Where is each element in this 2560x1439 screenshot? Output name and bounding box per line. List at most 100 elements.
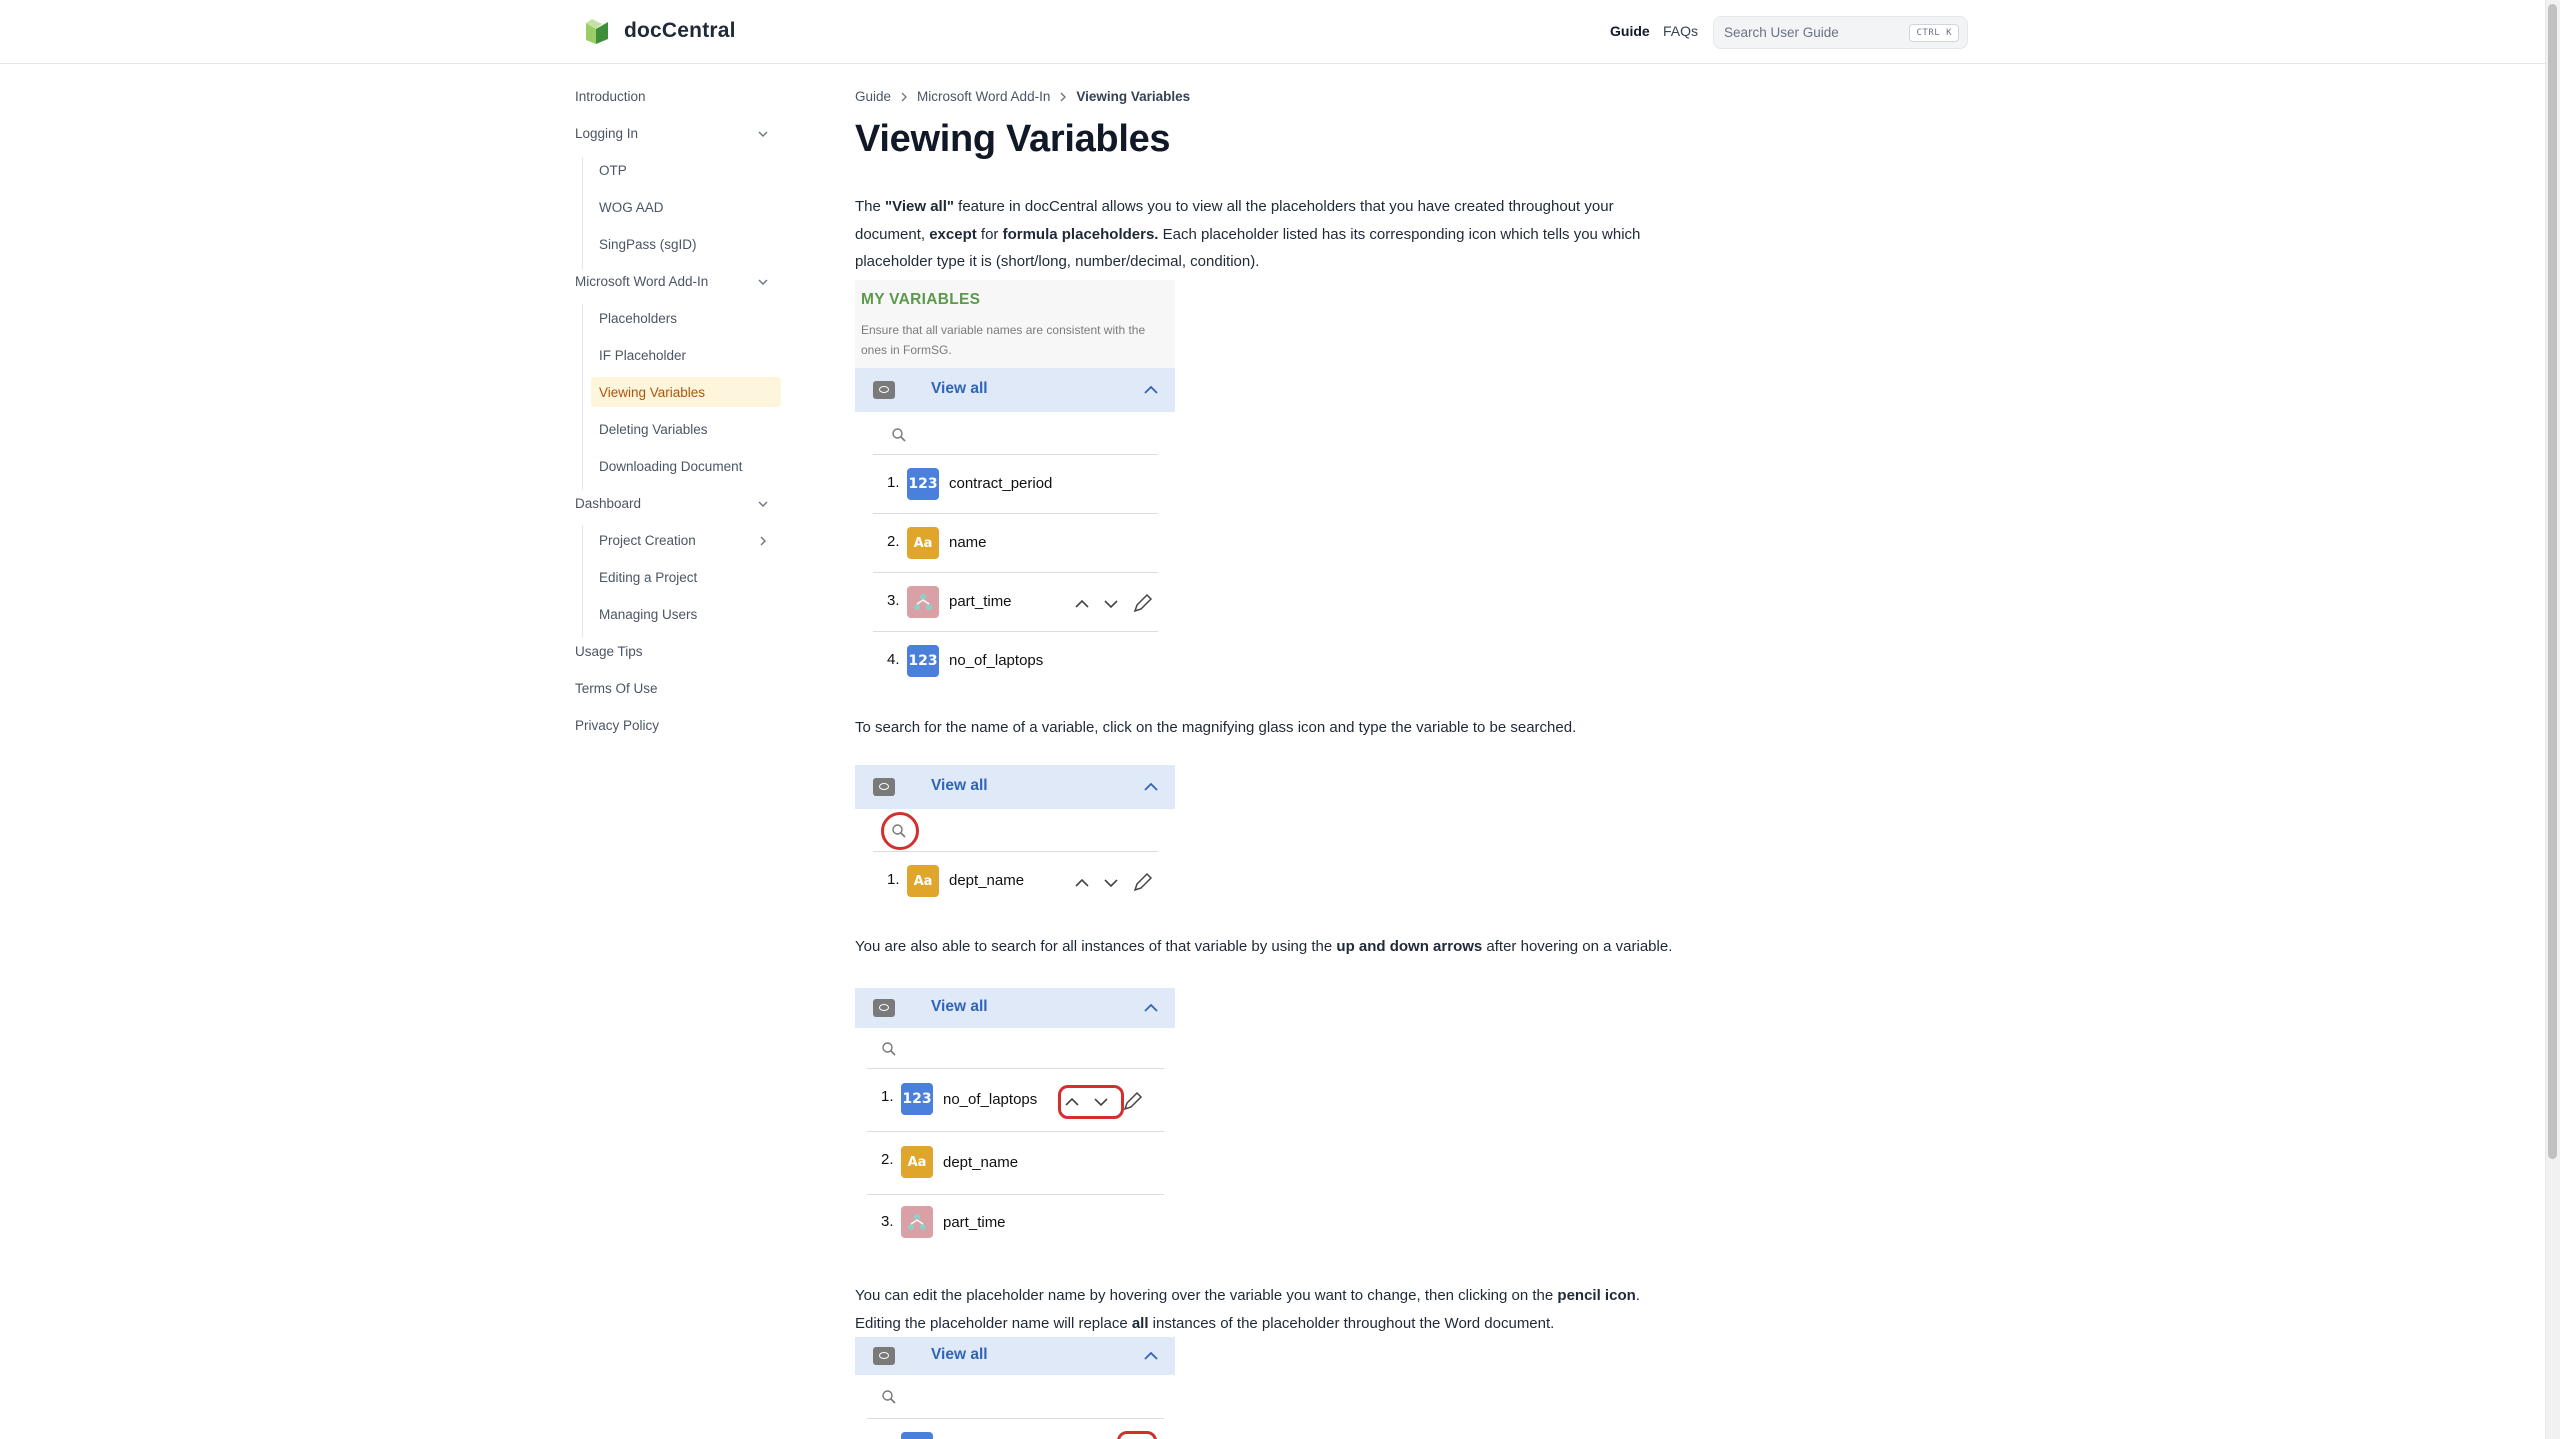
highlight-circle — [881, 812, 919, 850]
sidebar-rail-dashboard — [582, 525, 583, 637]
list-item: 1. 123 contract_period — [873, 456, 1158, 514]
variable-index: 2. — [881, 1151, 894, 1168]
variable-search-row — [873, 415, 1158, 455]
nav-link-guide[interactable]: Guide — [1610, 23, 1650, 39]
variable-index: 3. — [881, 1213, 894, 1230]
view-all-bar: View all — [855, 765, 1175, 809]
sidebar-item-privacy-policy[interactable]: Privacy Policy — [575, 718, 659, 733]
hover-controls — [1075, 872, 1153, 892]
chevron-right-icon — [1060, 92, 1067, 101]
variable-index: 2. — [887, 533, 900, 550]
sidebar-item-downloading-document[interactable]: Downloading Document — [599, 459, 742, 474]
view-all-label: View all — [931, 777, 988, 794]
my-variables-header: MY VARIABLES Ensure that all variable na… — [855, 280, 1175, 368]
list-item: 4. 123 no_of_laptops — [873, 633, 1158, 691]
nav-link-faqs[interactable]: FAQs — [1663, 23, 1698, 39]
search-icon — [882, 1042, 896, 1056]
chevron-down-icon[interactable] — [756, 127, 770, 141]
screenshot-search-variable: View all 1. Aa dept_name — [855, 765, 1175, 905]
paragraph-text: all — [1131, 1314, 1149, 1332]
chevron-up-icon — [1144, 385, 1158, 394]
sidebar-item-editing-project[interactable]: Editing a Project — [599, 570, 697, 585]
view-all-label: View all — [931, 1346, 988, 1363]
view-all-label: View all — [931, 998, 988, 1015]
variable-name: part_time — [943, 1214, 1006, 1231]
breadcrumb-word-addin[interactable]: Microsoft Word Add-In — [917, 89, 1050, 104]
number-type-icon: 123 — [901, 1083, 933, 1115]
variable-search-row — [867, 1377, 1164, 1419]
chevron-up-icon — [1144, 1003, 1158, 1012]
variable-index: 4. — [887, 651, 900, 668]
screenshot-view-all-list: MY VARIABLES Ensure that all variable na… — [855, 280, 1175, 680]
eye-icon — [873, 381, 895, 399]
sidebar-item-wog-aad[interactable]: WOG AAD — [599, 200, 664, 215]
highlight-arrows-box — [1058, 1085, 1124, 1119]
list-item: 3. part_time — [873, 574, 1158, 632]
sidebar-item-word-addin[interactable]: Microsoft Word Add-In — [575, 274, 708, 289]
highlight-pencil-box — [1117, 1431, 1157, 1439]
sidebar-rail-logging-in — [582, 157, 583, 270]
view-all-bar: View all — [855, 368, 1175, 412]
screenshot-pencil-edit: View all — [855, 1337, 1175, 1439]
doccentral-logo-icon — [586, 19, 608, 44]
paragraph-text: The — [855, 198, 886, 215]
chevron-up-icon — [1144, 782, 1158, 791]
search-paragraph: To search for the name of a variable, cl… — [855, 719, 1577, 736]
variable-index: 3. — [887, 592, 900, 609]
search-icon — [892, 428, 906, 442]
sidebar-item-managing-users[interactable]: Managing Users — [599, 607, 697, 622]
variable-name: part_time — [949, 593, 1012, 610]
brand-logo[interactable]: docCentral — [582, 16, 736, 46]
hover-controls — [1075, 593, 1153, 613]
sidebar-item-deleting-variables[interactable]: Deleting Variables — [599, 422, 708, 437]
sidebar-item-usage-tips[interactable]: Usage Tips — [575, 644, 643, 659]
pencil-paragraph: You can edit the placeholder name by hov… — [855, 1282, 1675, 1337]
breadcrumb-guide[interactable]: Guide — [855, 89, 891, 104]
chevron-down-icon[interactable] — [756, 497, 770, 511]
variable-name: dept_name — [949, 872, 1025, 889]
variable-search-row — [867, 1029, 1164, 1069]
sidebar-item-project-creation[interactable]: Project Creation — [599, 533, 696, 548]
sidebar-item-logging-in[interactable]: Logging In — [575, 126, 638, 141]
my-variables-subtitle: Ensure that all variable names are consi… — [861, 323, 1146, 357]
list-item: 3. part_time — [867, 1195, 1164, 1249]
my-variables-title: MY VARIABLES — [861, 291, 981, 308]
variable-index: 1. — [881, 1088, 894, 1105]
scrollbar-thumb[interactable] — [2548, 4, 2557, 1159]
list-item: 1. 123 no_of_laptops — [867, 1070, 1164, 1132]
search-icon — [882, 1390, 896, 1404]
variable-index: 1. — [887, 871, 900, 888]
view-all-bar: View all — [855, 988, 1175, 1028]
list-item: 2. Aa name — [873, 515, 1158, 573]
view-all-label: View all — [931, 380, 988, 397]
paragraph-text: except — [929, 225, 977, 243]
number-type-icon: 123 — [907, 468, 939, 500]
variable-name: dept_name — [943, 1154, 1019, 1171]
eye-icon — [873, 778, 895, 796]
sidebar-item-if-placeholder[interactable]: IF Placeholder — [599, 348, 686, 363]
condition-type-icon — [907, 586, 939, 618]
sidebar-item-viewing-variables[interactable]: Viewing Variables — [599, 385, 705, 400]
search-shortcut-hint: CTRL K — [1909, 24, 1959, 42]
variable-name: no_of_laptops — [943, 1091, 1038, 1108]
condition-type-icon — [901, 1206, 933, 1238]
sidebar-item-singpass[interactable]: SingPass (sgID) — [599, 237, 697, 252]
text-type-icon: Aa — [907, 527, 939, 559]
chevron-right-icon[interactable] — [756, 534, 770, 548]
chevron-up-icon — [1144, 1351, 1158, 1360]
eye-icon — [873, 1347, 895, 1365]
search-input[interactable]: Search User Guide CTRL K — [1713, 16, 1968, 49]
paragraph-text: up and down arrows — [1336, 938, 1483, 955]
arrows-paragraph: You are also able to search for all inst… — [855, 933, 1675, 961]
chevron-down-icon[interactable] — [756, 275, 770, 289]
sidebar-item-dashboard[interactable]: Dashboard — [575, 496, 641, 511]
paragraph-text: for — [976, 225, 1003, 243]
breadcrumb: Guide Microsoft Word Add-In Viewing Vari… — [855, 89, 1190, 104]
search-placeholder: Search User Guide — [1724, 25, 1839, 40]
sidebar-item-placeholders[interactable]: Placeholders — [599, 311, 677, 326]
sidebar-item-terms-of-use[interactable]: Terms Of Use — [575, 681, 658, 696]
variable-search-row — [873, 810, 1158, 852]
sidebar-item-introduction[interactable]: Introduction — [575, 89, 646, 104]
sidebar-item-otp[interactable]: OTP — [599, 163, 627, 178]
sidebar-rail-word-addin — [582, 304, 583, 490]
